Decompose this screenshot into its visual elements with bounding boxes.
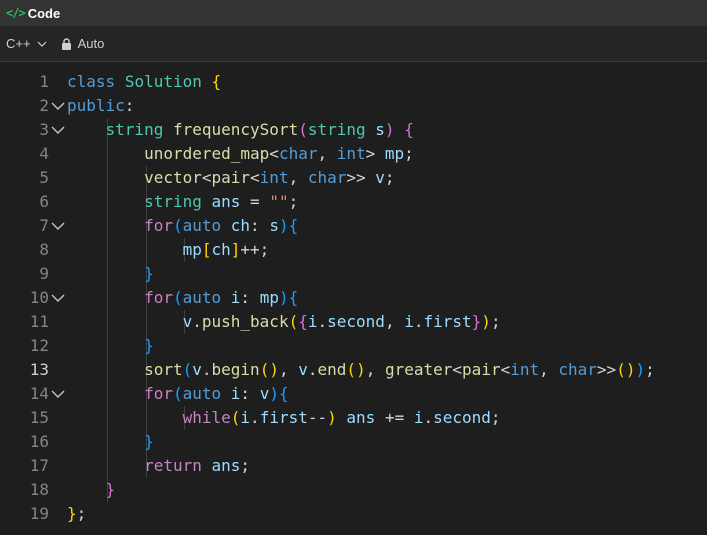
line-number: 9 [39,264,49,283]
line-number: 16 [29,432,49,451]
code-line[interactable]: 16 } [0,430,707,454]
editor-toolbar: C++ Auto [0,26,707,62]
code-line[interactable]: 8 mp[ch]++; [0,238,707,262]
line-number: 10 [29,288,49,307]
code-line[interactable]: 6 string ans = ""; [0,190,707,214]
line-number: 1 [39,72,49,91]
fold-chevron-icon[interactable] [51,293,65,303]
code-text: } [144,264,154,283]
line-number: 2 [39,96,49,115]
line-number: 8 [39,240,49,259]
language-label: C++ [6,36,31,51]
code-line[interactable]: 11 v.push_back({i.second, i.first}); [0,310,707,334]
line-number: 18 [29,480,49,499]
auto-mode-label: Auto [77,36,105,51]
auto-mode-toggle[interactable]: Auto [61,36,105,51]
code-line[interactable]: 18 } [0,478,707,502]
code-text: } [144,432,154,451]
code-panel: </> Code C++ Auto 1 class Solution { 2 publ… [0,0,707,535]
line-number: 7 [39,216,49,235]
language-selector[interactable]: C++ [6,36,47,51]
fold-chevron-icon[interactable] [51,101,65,111]
code-text: for(auto i: mp){ [144,288,299,307]
code-line[interactable]: 1 class Solution { [0,70,707,94]
chevron-down-icon [37,41,47,47]
code-text: }; [67,504,87,523]
code-text: } [144,336,154,355]
code-text: } [105,480,116,499]
code-line[interactable]: 9 } [0,262,707,286]
line-number: 3 [39,120,49,139]
code-text: while(i.first--) ans += i.second; [182,408,501,427]
code-text: for(auto ch: s){ [144,216,299,235]
code-text: sort(v.begin(), v.end(), greater<pair<in… [144,360,655,379]
code-line[interactable]: 15 while(i.first--) ans += i.second; [0,406,707,430]
fold-chevron-icon[interactable] [51,221,65,231]
line-number: 19 [29,504,49,523]
panel-header: </> Code [0,0,707,26]
fold-chevron-icon[interactable] [51,389,65,399]
panel-title: Code [27,5,61,21]
code-line[interactable]: 7 for(auto ch: s){ [0,214,707,238]
line-number: 5 [39,168,49,187]
code-text: return ans; [144,456,251,475]
code-text: class Solution { [67,72,222,91]
fold-chevron-icon[interactable] [51,125,65,135]
code-text: string ans = ""; [144,192,299,211]
code-line[interactable]: 5 vector<pair<int, char>> v; [0,166,707,190]
code-line[interactable]: 12 } [0,334,707,358]
lock-icon [61,37,71,50]
code-line[interactable]: 17 return ans; [0,454,707,478]
code-text: mp[ch]++; [182,240,270,259]
line-number: 6 [39,192,49,211]
code-text: unordered_map<char, int> mp; [144,144,414,163]
code-line[interactable]: 13 sort(v.begin(), v.end(), greater<pair… [0,358,707,382]
line-number: 15 [29,408,49,427]
code-icon: </> [6,6,26,20]
code-editor[interactable]: 1 class Solution { 2 public: 3 string freque… [0,69,707,535]
code-text: string frequencySort(string s) { [105,120,414,139]
code-line[interactable]: 4 unordered_map<char, int> mp; [0,142,707,166]
line-number: 4 [39,144,49,163]
line-number: 14 [29,384,49,403]
code-line[interactable]: 14 for(auto i: v){ [0,382,707,406]
code-line[interactable]: 10 for(auto i: mp){ [0,286,707,310]
line-number: 17 [29,456,49,475]
code-line[interactable]: 3 string frequencySort(string s) { [0,118,707,142]
code-line[interactable]: 2 public: [0,94,707,118]
code-text: vector<pair<int, char>> v; [144,168,395,187]
line-number: 12 [29,336,49,355]
code-line[interactable]: 19}; [0,502,707,526]
line-number: 13 [29,360,49,379]
code-text: for(auto i: v){ [144,384,289,403]
code-text: v.push_back({i.second, i.first}); [182,312,501,331]
line-number: 11 [29,312,49,331]
code-text: public: [67,96,135,115]
